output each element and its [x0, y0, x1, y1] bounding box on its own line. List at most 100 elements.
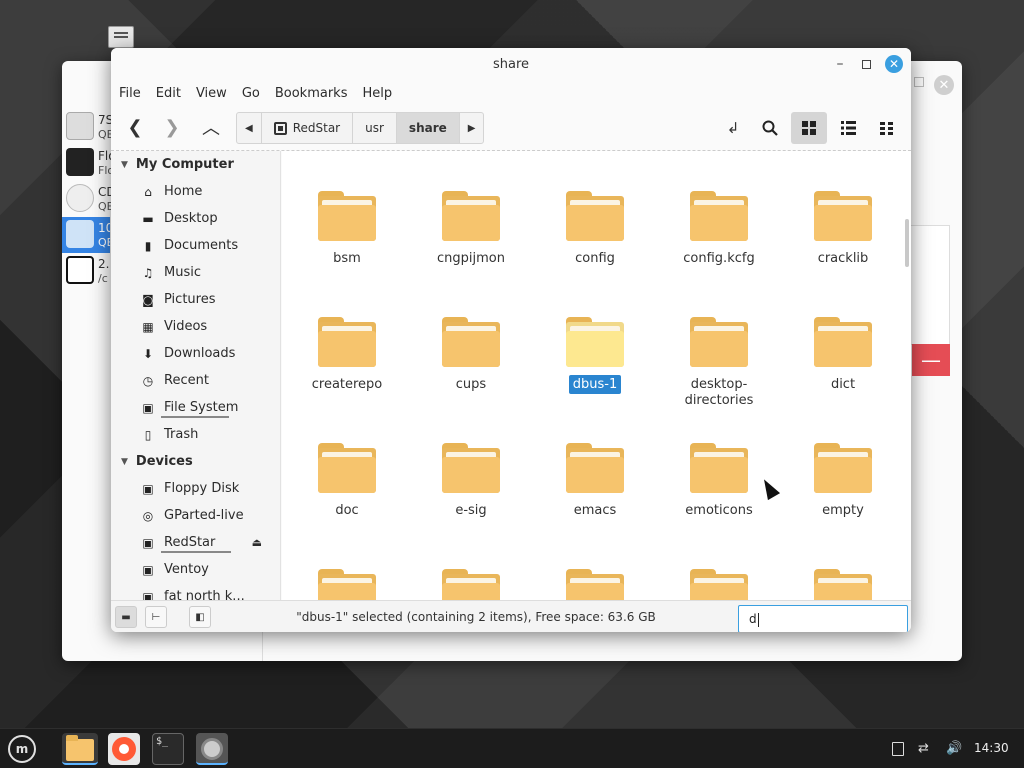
sidebar-section-my-computer[interactable]: ▼ My Computer — [111, 151, 280, 178]
folder-item[interactable]: desktop-directories — [664, 317, 774, 409]
sidebar-item-redstar[interactable]: ▣ RedStar ⏏ — [111, 529, 280, 556]
volume-icon[interactable]: 🔊 — [946, 741, 962, 756]
disk-icon — [201, 738, 223, 760]
folder-name: cngpijmon — [437, 251, 505, 266]
icon-view-button[interactable] — [791, 112, 827, 144]
drive-icon — [66, 112, 94, 140]
folder-item[interactable]: cups — [416, 317, 526, 393]
taskbar-terminal-button[interactable]: $_ — [152, 733, 184, 765]
folder-item[interactable]: cngpijmon — [416, 191, 526, 267]
folder-item-selected[interactable]: dbus-1 — [540, 317, 650, 394]
remove-partition-button[interactable]: — — [912, 344, 950, 376]
sidebar-item-documents[interactable]: ▮ Documents — [111, 232, 280, 259]
menu-view[interactable]: View — [196, 86, 227, 101]
taskbar-files-button[interactable] — [62, 733, 98, 765]
menu-bookmarks[interactable]: Bookmarks — [275, 86, 348, 101]
sidebar-item-downloads[interactable]: ⬇ Downloads — [111, 340, 280, 367]
sidebar-item-recent[interactable]: ◷ Recent — [111, 367, 280, 394]
maximize-button[interactable] — [857, 55, 875, 73]
folder-icon — [566, 317, 624, 367]
background-device-row-selected[interactable]: 10 QE — [62, 217, 114, 253]
background-close-icon[interactable]: ✕ — [934, 75, 954, 95]
folder-item[interactable]: dict — [788, 317, 898, 393]
sidebar-item-ventoy[interactable]: ▣ Ventoy — [111, 556, 280, 583]
folder-item[interactable]: bsm — [292, 191, 402, 267]
minimize-button[interactable]: – — [831, 55, 849, 73]
folder-item[interactable] — [292, 569, 402, 601]
sidebar-item-desktop[interactable]: ▬ Desktop — [111, 205, 280, 232]
back-button[interactable]: ❮ — [119, 112, 151, 142]
background-device-row[interactable]: 2. /c — [62, 253, 110, 289]
folder-item[interactable]: emacs — [540, 443, 650, 519]
search-button[interactable] — [752, 112, 788, 144]
breadcrumb-share[interactable]: share — [396, 113, 460, 143]
titlebar[interactable]: share – ✕ — [111, 48, 911, 80]
background-device-row[interactable]: Flo Flo — [62, 145, 116, 181]
eject-icon[interactable]: ⏏ — [252, 536, 262, 549]
folder-item[interactable] — [788, 569, 898, 601]
open-terminal-button[interactable]: ↲ — [715, 112, 751, 144]
sidebar-item-trash[interactable]: ▯ Trash — [111, 421, 280, 448]
close-button[interactable]: ✕ — [885, 55, 903, 73]
sidebar-item-home[interactable]: ⌂ Home — [111, 178, 280, 205]
taskbar-disks-button[interactable] — [196, 733, 228, 765]
menu-edit[interactable]: Edit — [156, 86, 181, 101]
taskbar-firefox-button[interactable] — [108, 733, 140, 765]
chevron-up-icon: ︿ — [202, 118, 220, 139]
content-area: ▼ My Computer ⌂ Home ▬ Desktop ▮ Documents ♫… — [111, 150, 911, 601]
breadcrumb-usr[interactable]: usr — [353, 113, 397, 143]
menu-file[interactable]: File — [119, 86, 141, 101]
disc-icon — [66, 184, 94, 212]
menu-go[interactable]: Go — [242, 86, 260, 101]
sidebar-item-floppy-disk[interactable]: ▣ Floppy Disk — [111, 475, 280, 502]
toolbar: ❮ ❯ ︿ ◀ RedStar usr share ▶ ↲ — [111, 106, 911, 150]
compact-view-button[interactable] — [869, 112, 905, 144]
breadcrumb-left-arrow[interactable]: ◀ — [237, 113, 262, 143]
sidebar-section-devices[interactable]: ▼ Devices — [111, 448, 280, 475]
folder-item[interactable] — [540, 569, 650, 601]
folder-icon — [566, 191, 624, 241]
sidebar-item-label: Home — [164, 184, 203, 199]
scrollbar-thumb[interactable] — [905, 219, 909, 267]
folder-icon — [318, 317, 376, 367]
breadcrumb-right-arrow[interactable]: ▶ — [460, 113, 484, 143]
folder-item[interactable]: e-sig — [416, 443, 526, 519]
folder-item[interactable] — [416, 569, 526, 601]
sidebar-item-fat-north[interactable]: ▣ fat north k... — [111, 583, 280, 601]
sidebar-item-pictures[interactable]: ◙ Pictures — [111, 286, 280, 313]
menu-help[interactable]: Help — [362, 86, 392, 101]
start-menu-button[interactable]: m — [6, 733, 38, 765]
folder-item[interactable]: emoticons — [664, 443, 774, 519]
background-maximize-icon[interactable] — [914, 77, 924, 87]
sidebar-item-gparted-live[interactable]: ◎ GParted-live — [111, 502, 280, 529]
up-button[interactable]: ︿ — [195, 112, 227, 142]
folder-item[interactable]: doc — [292, 443, 402, 519]
notes-icon[interactable] — [892, 742, 904, 756]
folder-icon — [442, 443, 500, 493]
forward-button[interactable]: ❯ — [156, 112, 188, 142]
expand-triangle-icon: ▼ — [121, 456, 128, 467]
type-ahead-search-input[interactable]: d — [738, 605, 908, 632]
background-device-row[interactable]: CD QE — [62, 181, 116, 217]
breadcrumb-redstar[interactable]: RedStar — [262, 113, 354, 143]
folder-name: createrepo — [311, 377, 383, 392]
folder-item[interactable]: empty — [788, 443, 898, 519]
list-view-button[interactable] — [830, 112, 866, 144]
network-disconnected-icon[interactable]: ⇄ — [918, 741, 929, 756]
background-device-row[interactable]: 7S QE — [62, 109, 114, 145]
sidebar-item-music[interactable]: ♫ Music — [111, 259, 280, 286]
clock[interactable]: 14:30 — [974, 741, 1009, 755]
folder-item[interactable]: cracklib — [788, 191, 898, 267]
folder-item[interactable]: config — [540, 191, 650, 267]
folder-icon — [442, 569, 500, 601]
folder-item[interactable] — [664, 569, 774, 601]
sidebar-item-videos[interactable]: ▦ Videos — [111, 313, 280, 340]
sidebar-item-file-system[interactable]: ▣ File System — [111, 394, 280, 421]
folder-name: cups — [455, 377, 487, 392]
chevron-left-icon: ❮ — [127, 116, 143, 138]
desktop-app-icon[interactable] — [108, 26, 134, 48]
folder-item[interactable]: createrepo — [292, 317, 402, 393]
folder-item[interactable]: config.kcfg — [664, 191, 774, 267]
expand-triangle-icon: ▼ — [121, 159, 128, 170]
disc-icon: ◎ — [142, 508, 154, 523]
